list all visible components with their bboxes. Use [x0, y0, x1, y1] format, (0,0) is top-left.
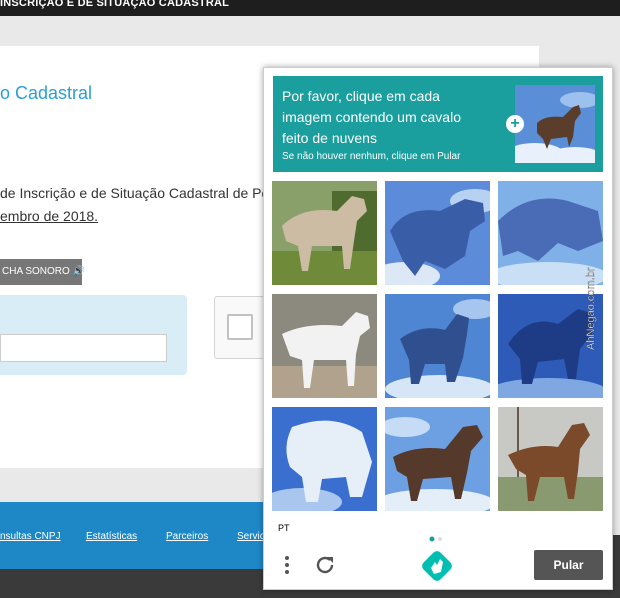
- watermark-logo: AhNegao.com.br: [582, 232, 598, 352]
- hcaptcha-logo-icon: [421, 550, 453, 582]
- challenge-tile-2[interactable]: [385, 181, 490, 285]
- top-bar: INSCRIÇÃO E DE SITUAÇÃO CADASTRAL: [0, 0, 620, 16]
- instruction-line-1: Por favor, clique em cada: [282, 88, 440, 104]
- watermark-text: AhNegao.com.br: [585, 267, 597, 350]
- instruction-line-3: feito de nuvens: [282, 130, 377, 146]
- challenge-tile-9[interactable]: [498, 407, 603, 511]
- add-example-icon: +: [506, 115, 524, 133]
- more-options-icon[interactable]: [280, 554, 294, 576]
- refresh-icon[interactable]: [313, 553, 337, 577]
- audio-captcha-button[interactable]: CHA SONORO 🔊: [0, 259, 85, 285]
- skip-button[interactable]: Pular: [534, 550, 603, 580]
- captcha-checkbox[interactable]: [227, 314, 253, 340]
- challenge-tile-8[interactable]: [385, 407, 490, 511]
- footer-link-servicos[interactable]: Servic: [237, 531, 265, 542]
- footer-link-parceiros[interactable]: Parceiros: [166, 531, 208, 542]
- footer-dark-edge: [612, 535, 620, 569]
- page-title: o Cadastral: [0, 83, 93, 103]
- captcha-input[interactable]: [0, 334, 167, 362]
- lead-text-line-2[interactable]: embro de 2018.: [0, 208, 98, 224]
- pagination-dots: [429, 529, 443, 542]
- instruction-line-2: imagem contendo um cavalo: [282, 109, 461, 125]
- lead-text-line-1: de Inscrição e de Situação Cadastral de …: [0, 185, 270, 201]
- instruction-sub: Se não houver nenhum, clique em Pular: [282, 151, 461, 162]
- language-label[interactable]: PT: [278, 523, 290, 533]
- challenge-tile-1[interactable]: [272, 181, 377, 285]
- challenge-tile-5[interactable]: [385, 294, 490, 398]
- footer-link-estatisticas[interactable]: Estatísticas: [86, 531, 137, 542]
- footer-link-consultas[interactable]: nsultas CNPJ: [0, 531, 61, 542]
- challenge-tile-7[interactable]: [272, 407, 377, 511]
- top-bar-title: INSCRIÇÃO E DE SITUAÇÃO CADASTRAL: [0, 0, 230, 9]
- example-cloud-horse-image: [505, 85, 603, 167]
- challenge-tile-4[interactable]: [272, 294, 377, 398]
